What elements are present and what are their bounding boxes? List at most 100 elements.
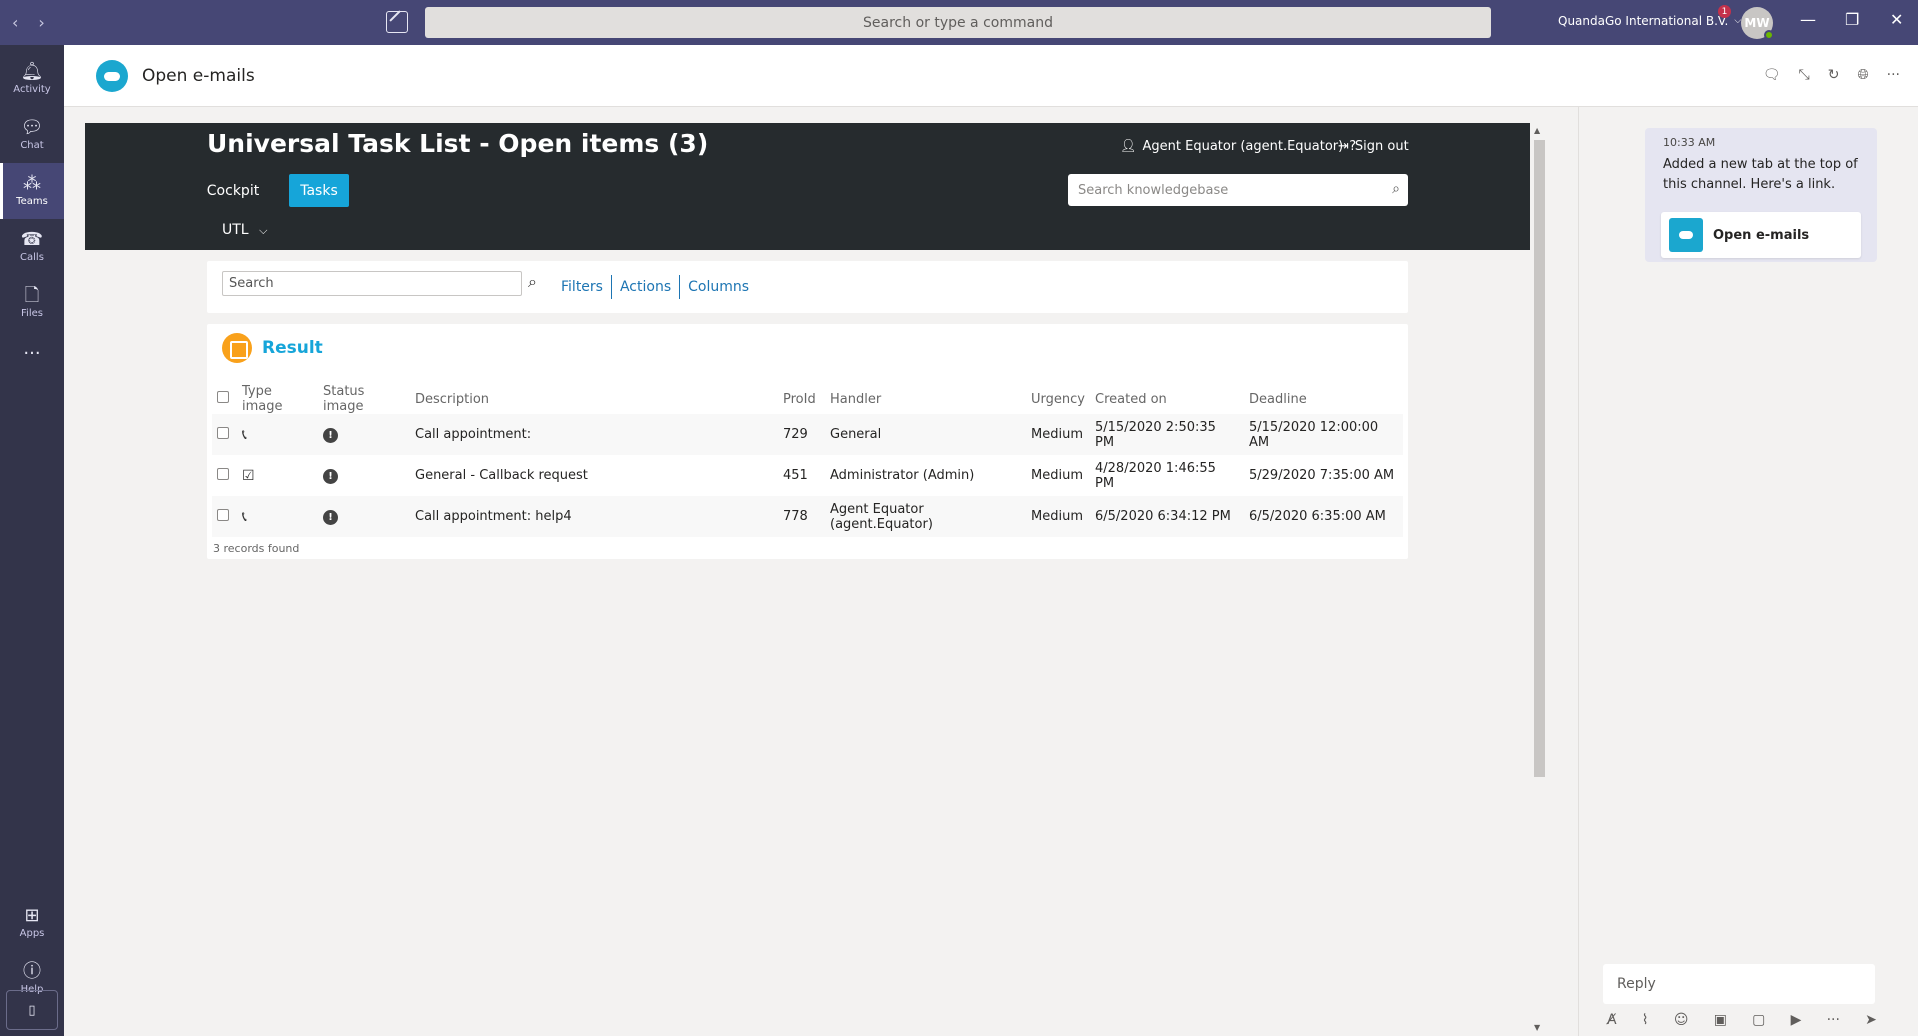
restore-icon[interactable]: ❐	[1845, 10, 1859, 29]
conversation-icon[interactable]: 🗨︎	[1763, 67, 1781, 83]
emoji-icon[interactable]: ☺︎	[1674, 1012, 1689, 1028]
search-icon[interactable]: ⌕	[1392, 181, 1400, 197]
gif-icon[interactable]: ▣	[1714, 1012, 1727, 1028]
collapse-icon[interactable]: ⤡	[1799, 67, 1810, 83]
proid-cell: 729	[778, 414, 825, 455]
reply-input[interactable]: Reply	[1603, 964, 1875, 1004]
task-check-icon: ☑︎	[242, 467, 255, 484]
chat-icon: 💬︎	[20, 117, 44, 138]
table-row[interactable]: 📞︎ ! Call appointment: help4 778 Agent E…	[212, 496, 1403, 537]
col-header[interactable]: Deadline	[1244, 384, 1403, 414]
col-header[interactable]: Handler	[825, 384, 1026, 414]
scrollbar-thumb[interactable]	[1534, 140, 1545, 777]
tab-tasks[interactable]: Tasks	[289, 174, 349, 207]
tab-cockpit[interactable]: Cockpit	[197, 174, 269, 207]
scroll-up-icon[interactable]: ▲	[1534, 126, 1540, 135]
exclamation-status-icon: !	[323, 427, 338, 443]
new-chat-compose-icon[interactable]	[386, 11, 408, 33]
app-header: Open e-mails 🗨︎ ⤡ ↻ 🌐︎ ···	[64, 45, 1918, 107]
handler-cell: General	[825, 414, 1026, 455]
format-icon[interactable]: A̸	[1607, 1012, 1617, 1028]
app-logo-icon	[96, 60, 128, 92]
card-label: Open e-mails	[1713, 227, 1810, 243]
kb-placeholder: Search knowledgebase	[1078, 182, 1229, 198]
col-header[interactable]: Urgency	[1026, 384, 1090, 414]
more-options-icon[interactable]: ···	[1887, 67, 1900, 83]
type-cell: 📞︎	[237, 496, 318, 537]
rail-item-chat[interactable]: 💬︎ Chat	[0, 107, 64, 163]
org-switcher[interactable]: QuandaGo International B.V. ⌵	[1558, 14, 1741, 28]
exclamation-status-icon: !	[323, 468, 338, 484]
type-cell: 📞︎	[237, 414, 318, 455]
row-checkbox[interactable]	[217, 508, 229, 521]
table-header-row: Type image Status image Description ProI…	[212, 384, 1403, 414]
rail-item-activity[interactable]: 🔔︎ Activity	[0, 51, 64, 107]
header-actions: 🗨︎ ⤡ ↻ 🌐︎ ···	[1763, 67, 1900, 83]
more-options-icon[interactable]: ···	[1827, 1012, 1840, 1028]
rail-item-calls[interactable]: ☎︎ Calls	[0, 219, 64, 275]
description-cell: General - Callback request	[415, 468, 588, 483]
page-title: Universal Task List - Open items (3)	[207, 129, 709, 158]
meet-now-icon[interactable]: ▶︎	[1791, 1012, 1802, 1028]
col-header[interactable]: Created on	[1090, 384, 1244, 414]
message-bubble: 10:33 AM Added a new tab at the top of t…	[1645, 128, 1877, 262]
search-icon[interactable]: ⌕	[528, 272, 537, 292]
scroll-down-icon[interactable]: ▼	[1534, 1023, 1540, 1032]
select-all-cell	[212, 384, 237, 414]
table-row[interactable]: 📞︎ ! Call appointment: 729 General Mediu…	[212, 414, 1403, 455]
close-icon[interactable]: ✕	[1890, 10, 1903, 29]
send-icon[interactable]: ➤	[1865, 1012, 1877, 1028]
mobile-device-button[interactable]: ▯	[6, 990, 58, 1030]
org-name: QuandaGo International B.V.	[1558, 14, 1729, 28]
result-title: Result	[262, 338, 323, 358]
app-title: Open e-mails	[142, 66, 255, 86]
presence-available-icon	[1764, 30, 1774, 40]
sign-out-link[interactable]: ⇥ Sign out	[1338, 139, 1409, 154]
handler-cell: Administrator (Admin)	[830, 468, 975, 483]
col-header[interactable]: Type image	[237, 384, 318, 414]
col-header[interactable]: Status image	[318, 384, 410, 414]
table-row[interactable]: ☑︎ ! General - Callback request 451 Admi…	[212, 455, 1403, 496]
vertical-scrollbar[interactable]: ▲ ▼	[1530, 123, 1547, 1036]
help-icon: ⓘ	[23, 961, 41, 982]
rail-label: Teams	[16, 196, 48, 207]
tab-content: Universal Task List - Open items (3) Coc…	[85, 123, 1530, 1036]
chevron-down-icon: ⌵	[259, 224, 268, 237]
attach-icon[interactable]: ⌇	[1642, 1012, 1649, 1028]
more-apps-button[interactable]: ···	[0, 326, 64, 382]
deadline-cell: 5/29/2020 7:35:00 AM	[1249, 468, 1395, 483]
filters-link[interactable]: Filters	[553, 279, 611, 295]
rail-item-apps[interactable]: ⊞ Apps	[0, 895, 64, 951]
columns-link[interactable]: Columns	[680, 279, 757, 295]
row-checkbox[interactable]	[217, 467, 229, 480]
created-cell: 4/28/2020 1:46:55 PM	[1095, 460, 1216, 491]
col-header[interactable]: ProId	[778, 384, 825, 414]
phone-call-icon: 📞︎	[242, 508, 247, 525]
utl-dropdown[interactable]: UTL ⌵	[222, 222, 267, 238]
utl-dropdown-label: UTL	[222, 222, 249, 238]
globe-icon[interactable]: 🌐︎	[1857, 67, 1868, 83]
rail-item-files[interactable]: 🗋︎ Files	[0, 275, 64, 331]
phone-call-icon: 📞︎	[242, 426, 247, 443]
minimize-icon[interactable]: —	[1800, 10, 1816, 29]
select-all-checkbox[interactable]	[217, 391, 229, 403]
list-search-input[interactable]: Search	[222, 271, 522, 296]
knowledgebase-search-input[interactable]: Search knowledgebase ⌕	[1068, 174, 1408, 206]
title-bar: ‹ › Search or type a command QuandaGo In…	[0, 0, 1918, 45]
row-checkbox[interactable]	[217, 426, 229, 439]
result-panel: Result Type image Status image Descripti…	[207, 324, 1408, 559]
user-avatar[interactable]: MW	[1741, 7, 1774, 40]
sticker-icon[interactable]: ▢	[1752, 1012, 1765, 1028]
forward-arrow-icon[interactable]: ›	[38, 13, 44, 32]
col-header[interactable]: Description	[410, 384, 778, 414]
command-search-input[interactable]: Search or type a command	[425, 7, 1491, 38]
actions-link[interactable]: Actions	[612, 279, 679, 295]
message-text: Added a new tab at the top of this chann…	[1663, 157, 1858, 192]
tab-link-card[interactable]: Open e-mails	[1661, 212, 1861, 258]
back-arrow-icon[interactable]: ‹	[12, 13, 18, 32]
rail-item-teams[interactable]: ⁂ Teams	[0, 163, 64, 219]
apps-icon: ⊞	[24, 905, 40, 926]
filter-links: Filters Actions Columns	[553, 275, 757, 299]
exclamation-status-icon: !	[323, 509, 338, 525]
reload-icon[interactable]: ↻	[1828, 67, 1840, 83]
